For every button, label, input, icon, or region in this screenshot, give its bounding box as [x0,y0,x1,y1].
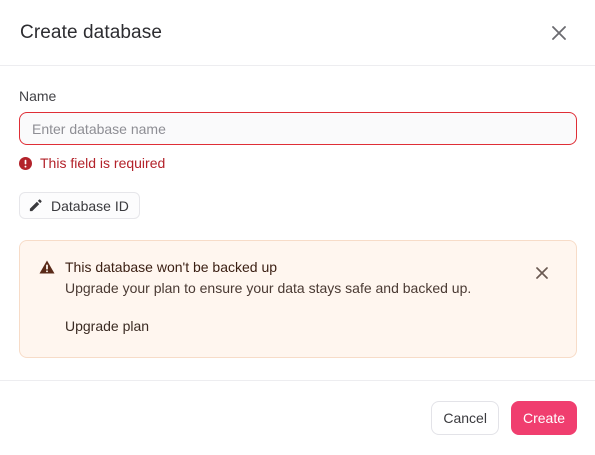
pencil-icon [28,198,43,213]
close-icon [536,267,548,279]
cancel-button[interactable]: Cancel [431,401,499,435]
error-text: This field is required [40,155,166,171]
alert-close-button[interactable] [532,263,552,283]
name-label: Name [19,88,57,104]
dialog-header: Create database [0,0,595,66]
alert-description: Upgrade your plan to ensure your data st… [65,280,472,296]
alert-title: This database won't be backed up [65,259,278,275]
warning-icon [39,260,55,274]
dialog-title: Create database [20,21,162,43]
dialog-body: Name This field is required Database ID [0,66,595,358]
database-id-label: Database ID [51,197,129,214]
error-icon [19,156,32,170]
close-button[interactable] [547,21,571,45]
backup-warning-alert: This database won't be backed up Upgrade… [19,240,577,358]
alert-header: This database won't be backed up [39,259,556,275]
dialog-footer: Cancel Create [0,380,595,455]
name-error: This field is required [19,155,577,171]
close-icon [552,25,566,40]
create-button[interactable]: Create [510,401,577,435]
create-database-dialog: Create database Name This field is requi… [0,0,595,455]
database-id-button[interactable]: Database ID [19,192,140,219]
upgrade-plan-link[interactable]: Upgrade plan [65,318,149,334]
database-name-input[interactable] [19,112,577,145]
